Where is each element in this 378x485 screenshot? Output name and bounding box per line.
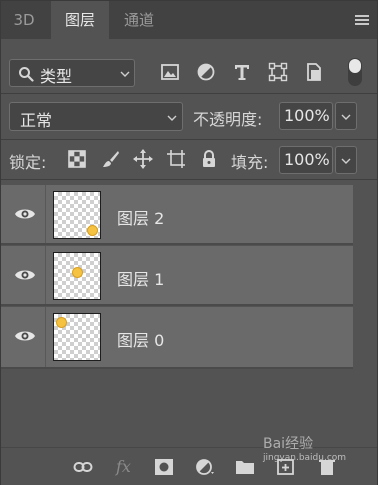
folder-icon[interactable] (235, 458, 255, 476)
lock-position-icon[interactable] (133, 149, 153, 169)
divider (1, 243, 353, 245)
tab-3d[interactable]: 3D (1, 1, 47, 39)
scrollbar[interactable] (353, 183, 377, 369)
lock-transparent-icon[interactable] (67, 149, 87, 169)
tab-channels[interactable]: 通道 (111, 1, 167, 39)
layer-thumbnail (53, 252, 101, 300)
fx-icon[interactable]: fx (116, 457, 131, 476)
filter-kind-select[interactable]: 类型 (9, 59, 135, 87)
blend-mode-select[interactable]: 正常 (9, 102, 183, 131)
watermark: Bai经验 jingyan.baidu.com (263, 433, 346, 463)
divider (45, 246, 46, 306)
filter-toggle[interactable] (348, 58, 362, 86)
layer-row[interactable]: 图层 0 (1, 307, 353, 367)
lock-image-icon[interactable] (101, 149, 121, 169)
divider (1, 304, 353, 306)
adjustment-icon[interactable] (195, 61, 217, 83)
shape-icon[interactable] (267, 61, 289, 83)
watermark-subtext: jingyan.baidu.com (263, 453, 347, 463)
opacity-label: 不透明度: (193, 110, 263, 129)
eye-icon[interactable] (14, 267, 36, 283)
layers-panel: 3D 图层 通道 类型 正常 不透明度: 100% 锁定: 填充: 100% 图… (0, 0, 378, 485)
opacity-input[interactable]: 100% (279, 102, 333, 130)
fill-input[interactable]: 100% (279, 146, 333, 174)
chevron-down-icon (167, 115, 177, 121)
eye-icon[interactable] (14, 206, 36, 222)
filter-toggle-knob (349, 59, 361, 73)
divider (45, 185, 46, 245)
lock-all-icon[interactable] (199, 149, 219, 169)
smart-object-icon[interactable] (303, 61, 325, 83)
layer-thumbnail (53, 191, 101, 239)
fill-value: 100% (284, 150, 330, 169)
tab-layers[interactable]: 图层 (51, 1, 109, 39)
image-icon[interactable] (159, 61, 181, 83)
opacity-dropdown-button[interactable] (335, 102, 357, 130)
layer-row[interactable]: 图层 1 (1, 246, 353, 306)
layer-name[interactable]: 图层 2 (117, 205, 164, 229)
filter-kind-label: 类型 (40, 67, 73, 86)
adjustment-layer-icon[interactable] (195, 458, 215, 476)
divider (1, 93, 377, 94)
chevron-down-icon (341, 114, 351, 120)
layer-name[interactable]: 图层 0 (117, 327, 164, 351)
lock-artboard-icon[interactable] (166, 149, 186, 169)
tab-bar: 3D 图层 通道 (1, 1, 377, 39)
chevron-down-icon (120, 71, 130, 77)
mask-icon[interactable] (154, 458, 174, 476)
link-icon[interactable] (73, 458, 93, 476)
opacity-value: 100% (284, 106, 330, 125)
eye-icon[interactable] (14, 328, 36, 344)
type-icon[interactable] (231, 61, 253, 83)
layer-name[interactable]: 图层 1 (117, 266, 164, 290)
emoji-sticker (87, 225, 98, 236)
blend-mode-value: 正常 (20, 111, 53, 130)
fill-dropdown-button[interactable] (335, 146, 357, 174)
divider (1, 179, 377, 180)
divider (1, 367, 353, 369)
layer-row[interactable]: 图层 2 (1, 185, 353, 245)
panel-menu-icon[interactable] (355, 15, 369, 26)
chevron-down-icon (341, 158, 351, 164)
watermark-text: Bai经验 (263, 436, 314, 452)
layer-thumbnail (53, 313, 101, 361)
emoji-sticker (72, 267, 83, 278)
divider (1, 139, 377, 140)
search-icon (19, 67, 34, 82)
emoji-sticker (56, 317, 67, 328)
lock-label: 锁定: (9, 153, 47, 172)
divider (45, 307, 46, 367)
fill-label: 填充: (231, 153, 269, 172)
